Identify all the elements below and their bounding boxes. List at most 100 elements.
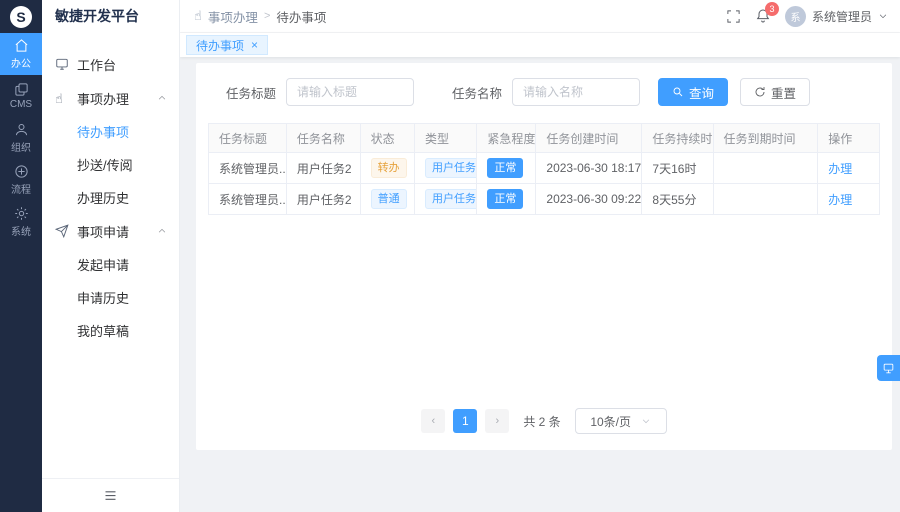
chevron-down-icon [878, 11, 888, 21]
breadcrumb: ☝ 事项办理 > 待办事项 [194, 7, 326, 26]
search-icon [672, 86, 684, 98]
rail-item-label: CMS [10, 99, 32, 110]
type-badge: 用户任务 [425, 189, 477, 209]
sidebar-group-label: 事项申请 [77, 222, 129, 241]
notification-bell[interactable]: 3 [755, 8, 771, 24]
rail-item-label: 系统 [11, 223, 31, 238]
icon-rail: S 办公 CMS 组织 流程 系统 [0, 0, 42, 512]
panel-card: 任务标题 任务名称 查询 重置 [196, 63, 892, 450]
refresh-icon [754, 86, 766, 98]
next-page-button[interactable]: › [485, 409, 509, 433]
page-size-select[interactable]: 10条/页 [575, 408, 667, 434]
col-task-name: 任务名称 [286, 124, 360, 153]
urgency-badge: 正常 [487, 189, 523, 209]
content-area: 任务标题 任务名称 查询 重置 [180, 57, 900, 512]
search-button-label: 查询 [689, 83, 714, 102]
cell-title: 系统管理员... [209, 153, 287, 184]
chevron-up-icon [157, 93, 167, 103]
app-logo[interactable]: S [0, 0, 42, 33]
cell-due [713, 153, 818, 184]
cell-duration: 8天55分 [642, 184, 713, 215]
tabs-bar: 待办事项 × [180, 33, 900, 57]
handle-link[interactable]: 办理 [828, 193, 852, 207]
table-row[interactable]: 系统管理员... 用户任务2 普通 用户任务 正常 2023-06-30 09:… [209, 184, 880, 215]
filter-label-name: 任务名称 [452, 83, 502, 102]
paper-plane-icon [55, 224, 69, 238]
app-title: 敏捷开发平台 [42, 0, 179, 33]
table-row[interactable]: 系统管理员... 用户任务2 转办 用户任务 正常 2023-06-30 18:… [209, 153, 880, 184]
col-duration: 任务持续时间 [642, 124, 713, 153]
handle-link[interactable]: 办理 [828, 162, 852, 176]
rail-item-flow[interactable]: 流程 [0, 159, 42, 201]
reset-button[interactable]: 重置 [740, 78, 810, 106]
filter-form: 任务标题 任务名称 查询 重置 [208, 78, 880, 106]
cell-created: 2023-06-30 09:22:19 [536, 184, 642, 215]
col-task-title: 任务标题 [209, 124, 287, 153]
theme-settings-button[interactable] [877, 355, 900, 381]
collapse-menu-icon[interactable] [103, 488, 118, 503]
page-number-button[interactable]: 1 [453, 409, 477, 433]
cell-title: 系统管理员... [209, 184, 287, 215]
table-header-row: 任务标题 任务名称 状态 类型 紧急程度 任务创建时间 任务持续时间 任务到期时… [209, 124, 880, 153]
col-created: 任务创建时间 [536, 124, 642, 153]
sidebar-item-handle-history[interactable]: 办理历史 [42, 181, 179, 214]
sidebar-item-cc[interactable]: 抄送/传阅 [42, 148, 179, 181]
col-type: 类型 [414, 124, 476, 153]
notification-badge: 3 [765, 2, 779, 16]
sidebar-item-todo[interactable]: 待办事项 [42, 115, 179, 148]
hand-icon: ☝ [194, 8, 202, 24]
sidebar-item-drafts[interactable]: 我的草稿 [42, 314, 179, 347]
sidebar-item-start-apply[interactable]: 发起申请 [42, 248, 179, 281]
header-actions: 3 系 系统管理员 [726, 6, 888, 27]
sidebar-group-handle[interactable]: ☝ 事项办理 [42, 81, 179, 115]
chevron-up-icon [157, 226, 167, 236]
status-badge: 转办 [371, 158, 407, 178]
flow-icon [14, 164, 29, 179]
sidebar-item-apply-history[interactable]: 申请历史 [42, 281, 179, 314]
logo-icon: S [10, 6, 32, 28]
user-menu[interactable]: 系 系统管理员 [785, 6, 888, 27]
tab-todo[interactable]: 待办事项 × [186, 35, 268, 55]
chevron-down-icon [641, 416, 651, 426]
home-icon [14, 38, 29, 53]
tasks-table: 任务标题 任务名称 状态 类型 紧急程度 任务创建时间 任务持续时间 任务到期时… [208, 123, 880, 215]
total-count-label: 共 2 条 [523, 413, 560, 430]
rail-item-org[interactable]: 组织 [0, 117, 42, 159]
sidebar-group-apply[interactable]: 事项申请 [42, 214, 179, 248]
app-window: S 办公 CMS 组织 流程 系统 敏捷开发平台 工作台 [0, 0, 900, 512]
tab-label: 待办事项 [196, 37, 244, 54]
task-title-input[interactable] [286, 78, 414, 106]
sidebar-item-workbench[interactable]: 工作台 [42, 47, 179, 81]
breadcrumb-separator: > [264, 10, 270, 22]
cell-name: 用户任务2 [286, 153, 360, 184]
sidebar-item-label: 工作台 [77, 55, 116, 74]
hand-icon: ☝ [55, 92, 69, 105]
rail-item-system[interactable]: 系统 [0, 201, 42, 243]
sidebar-footer [42, 478, 179, 512]
pagination: ‹ 1 › 共 2 条 10条/页 [421, 408, 666, 434]
breadcrumb-item[interactable]: 事项办理 [208, 7, 258, 26]
rail-item-office[interactable]: 办公 [0, 33, 42, 75]
sidebar-group-label: 事项办理 [77, 89, 129, 108]
search-button[interactable]: 查询 [658, 78, 728, 106]
rail-item-label: 组织 [11, 139, 31, 154]
cms-icon [14, 82, 29, 97]
main-area: ☝ 事项办理 > 待办事项 3 系 系统管理员 待办事项 [180, 0, 900, 512]
prev-page-button[interactable]: ‹ [421, 409, 445, 433]
close-icon[interactable]: × [251, 39, 258, 51]
gear-icon [14, 206, 29, 221]
sidebar: 敏捷开发平台 工作台 ☝ 事项办理 待办事项 抄送/传阅 办理历史 事项申请 发… [42, 0, 180, 512]
page-size-value: 10条/页 [590, 413, 631, 430]
cell-name: 用户任务2 [286, 184, 360, 215]
filter-label-title: 任务标题 [226, 83, 276, 102]
user-icon [14, 122, 29, 137]
monitor-icon [55, 57, 69, 71]
rail-item-cms[interactable]: CMS [0, 75, 42, 117]
task-name-input[interactable] [512, 78, 640, 106]
col-due: 任务到期时间 [713, 124, 818, 153]
urgency-badge: 正常 [487, 158, 523, 178]
theme-icon [882, 362, 895, 375]
breadcrumb-current: 待办事项 [276, 7, 326, 26]
fullscreen-icon[interactable] [726, 9, 741, 24]
type-badge: 用户任务 [425, 158, 477, 178]
